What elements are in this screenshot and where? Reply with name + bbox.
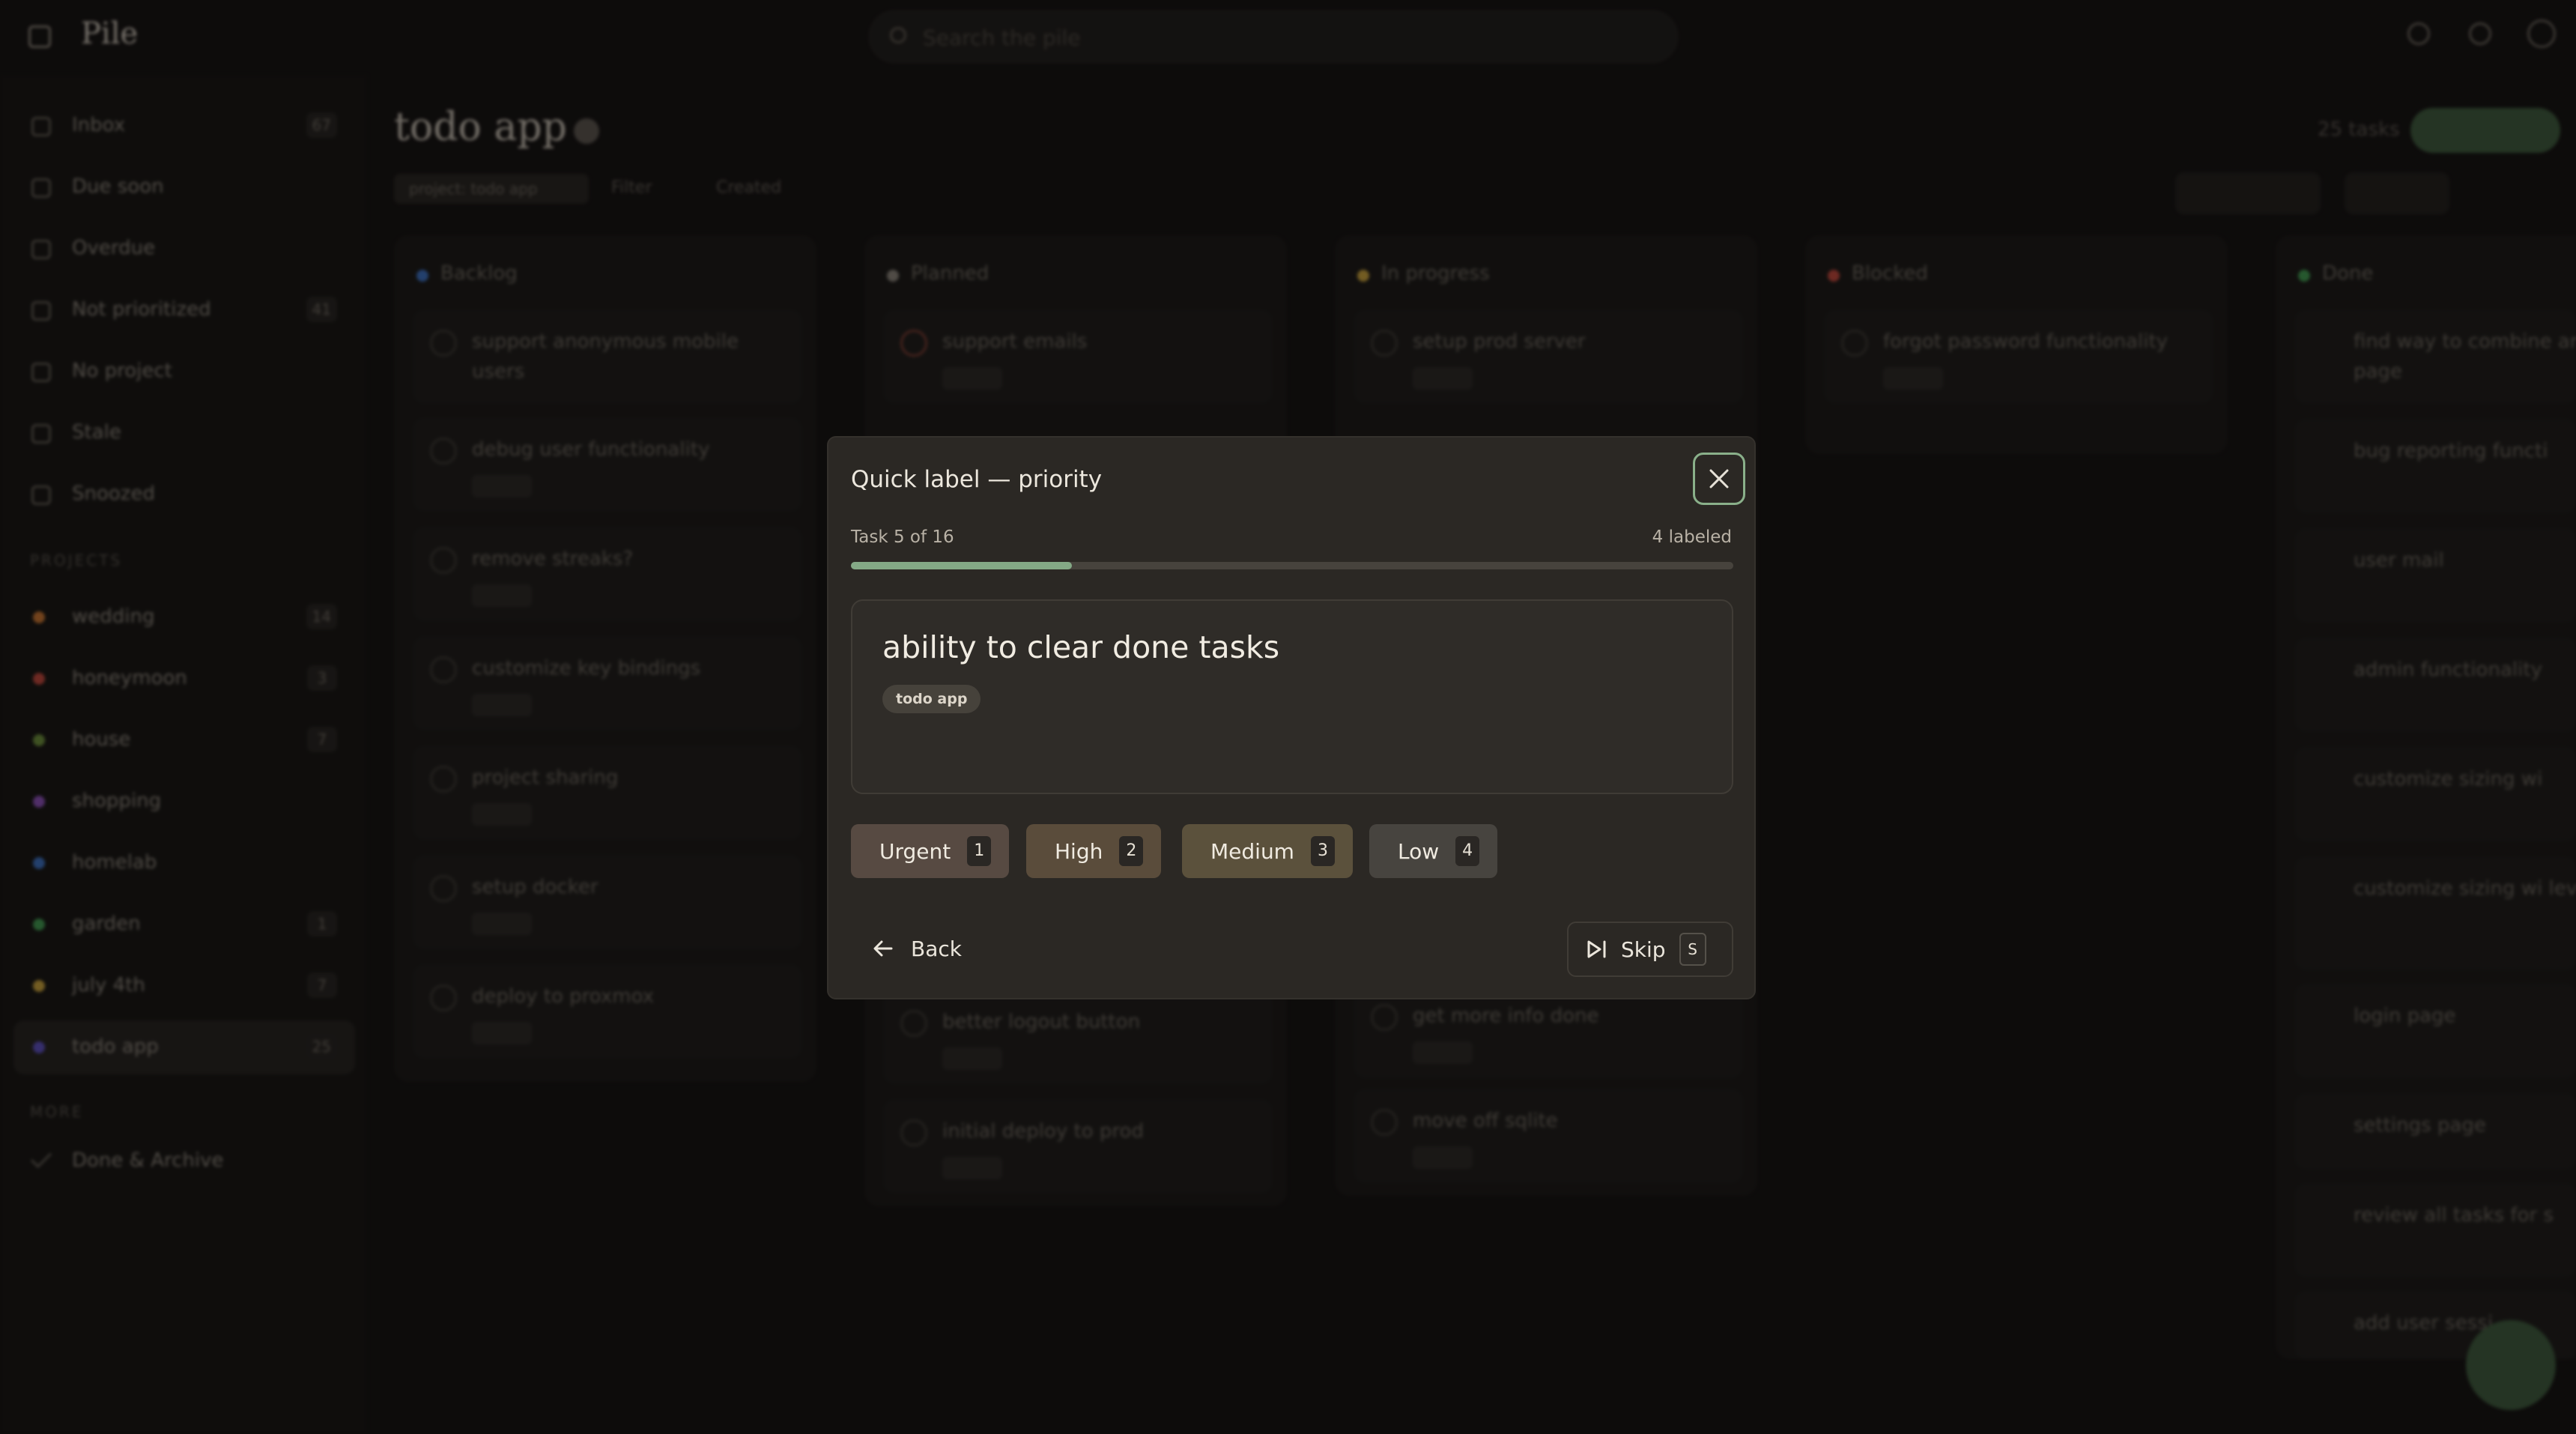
priority-label: High [1055, 838, 1103, 864]
back-button[interactable]: Back [851, 928, 962, 969]
task-title: ability to clear done tasks [882, 629, 1280, 665]
priority-label: Medium [1210, 838, 1294, 864]
shortcut-key: 1 [967, 836, 992, 866]
shortcut-key: 3 [1310, 836, 1335, 866]
close-icon [1709, 469, 1729, 488]
priority-label: Urgent [879, 838, 951, 864]
priority-high-button[interactable]: High 2 [1026, 824, 1162, 878]
priority-label: Low [1398, 838, 1440, 864]
back-label: Back [911, 936, 962, 961]
skip-button[interactable]: Skip S [1567, 922, 1733, 977]
priority-urgent-button[interactable]: Urgent 1 [851, 824, 1010, 878]
shortcut-key: 2 [1119, 836, 1144, 866]
skip-label: Skip [1621, 937, 1666, 962]
quick-label-dialog: Quick label — priority Task 5 of 16 4 la… [827, 436, 1756, 999]
shortcut-key: S [1679, 933, 1706, 966]
progress-bar-fill [851, 562, 1072, 569]
labeled-count: 4 labeled [1652, 527, 1732, 547]
skip-forward-icon [1587, 940, 1606, 958]
priority-medium-button[interactable]: Medium 3 [1182, 824, 1353, 878]
project-badge: todo app [882, 685, 981, 713]
current-task-card: ability to clear done tasks todo app [851, 599, 1733, 794]
progress-label: Task 5 of 16 [851, 527, 954, 547]
close-button[interactable] [1693, 453, 1745, 505]
arrow-left-icon [873, 940, 893, 957]
progress-bar [851, 562, 1733, 569]
shortcut-key: 4 [1455, 836, 1480, 866]
dialog-title: Quick label — priority [851, 466, 1103, 493]
priority-low-button[interactable]: Low 4 [1369, 824, 1498, 878]
